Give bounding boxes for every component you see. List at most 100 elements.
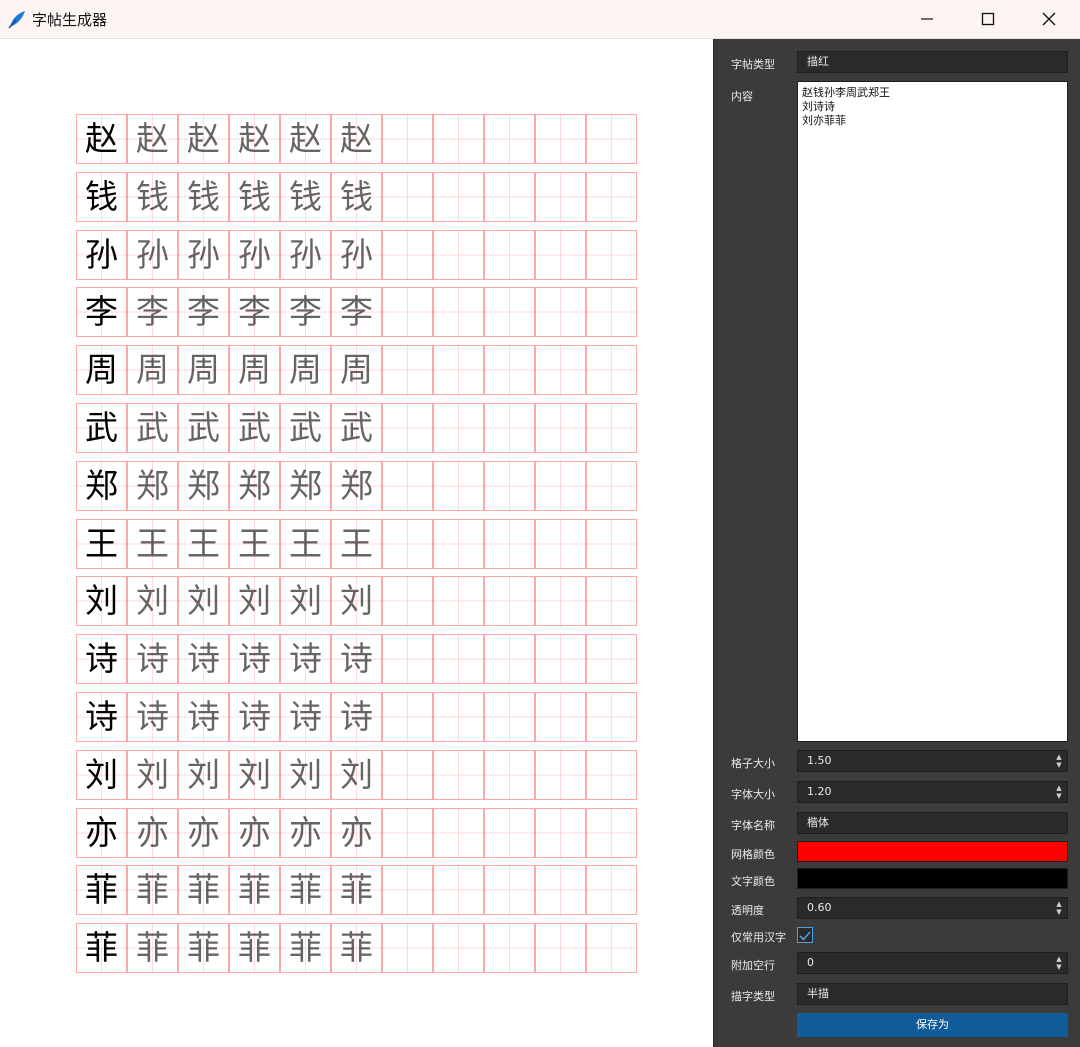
grid-cell <box>586 287 637 338</box>
trace-character: 亦 <box>187 812 220 852</box>
grid-cell <box>586 692 637 742</box>
tian-grid-lines <box>586 634 637 685</box>
grid-cell <box>586 518 637 569</box>
grid-cell: 刘 <box>331 576 382 627</box>
trace-character: 亦 <box>136 812 169 852</box>
grid-cell <box>586 923 637 974</box>
tian-grid-lines <box>535 923 586 974</box>
grid-cell <box>586 634 637 685</box>
copybook-row: 孙孙孙孙孙孙 <box>76 229 637 280</box>
trace-type-field[interactable]: 半描 <box>797 983 1068 1005</box>
copybook-row: 王王王王王王 <box>76 518 637 569</box>
grid-cell <box>586 171 637 222</box>
cell-size-spinbox[interactable]: 1.50 ▲ ▼ <box>797 750 1068 772</box>
settings-panel: 字帖类型 描红 内容 赵钱孙李周武郑王 刘诗诗 刘亦菲菲 格子大小 1.50 ▲… <box>713 39 1080 1047</box>
extra-rows-spinbox[interactable]: 0 ▲ ▼ <box>797 952 1068 974</box>
grid-cell: 武 <box>331 403 382 453</box>
minimize-button[interactable] <box>896 0 958 38</box>
tian-grid-lines <box>586 692 637 742</box>
common-chars-label: 仅常用汉字 <box>731 931 786 944</box>
trace-character: 刘 <box>187 754 220 794</box>
grid-cell <box>535 865 586 916</box>
grid-cell <box>382 345 433 396</box>
spin-up-icon[interactable]: ▲ <box>1053 753 1065 761</box>
trace-character: 菲 <box>340 870 373 910</box>
spin-up-icon[interactable]: ▲ <box>1053 900 1065 908</box>
save-as-button[interactable]: 保存为 <box>797 1013 1068 1037</box>
grid-cell <box>382 460 433 511</box>
copybook-type-label: 字帖类型 <box>731 58 775 71</box>
spin-up-icon[interactable]: ▲ <box>1053 784 1065 792</box>
trace-character: 诗 <box>238 697 271 736</box>
grid-cell <box>484 403 535 453</box>
content-textarea[interactable]: 赵钱孙李周武郑王 刘诗诗 刘亦菲菲 <box>797 81 1068 742</box>
spinner-arrows[interactable]: ▲ ▼ <box>1053 900 1065 916</box>
common-chars-checkbox[interactable] <box>797 927 813 943</box>
grid-cell: 菲 <box>76 923 127 974</box>
spin-down-icon[interactable]: ▼ <box>1053 963 1065 971</box>
tian-grid-lines <box>535 634 586 685</box>
trace-character: 武 <box>289 408 322 447</box>
grid-cell: 武 <box>76 403 127 453</box>
grid-cell <box>484 749 535 800</box>
tian-grid-lines <box>433 171 484 222</box>
grid-cell: 武 <box>178 403 229 453</box>
tian-grid-lines <box>382 576 433 627</box>
grid-cell: 郑 <box>127 460 178 511</box>
grid-cell <box>535 692 586 742</box>
spin-down-icon[interactable]: ▼ <box>1053 761 1065 769</box>
spinner-arrows[interactable]: ▲ ▼ <box>1053 753 1065 769</box>
spin-up-icon[interactable]: ▲ <box>1053 955 1065 963</box>
tian-grid-lines <box>382 229 433 280</box>
close-button[interactable] <box>1018 0 1080 38</box>
grid-cell <box>484 345 535 396</box>
tian-grid-lines <box>433 403 484 453</box>
grid-cell <box>484 114 535 164</box>
tian-grid-lines <box>586 865 637 916</box>
grid-cell <box>382 287 433 338</box>
grid-cell: 亦 <box>127 807 178 858</box>
grid-cell <box>433 807 484 858</box>
model-character: 赵 <box>85 119 118 158</box>
grid-cell <box>433 692 484 742</box>
grid-cell <box>382 923 433 974</box>
trace-character: 诗 <box>136 697 169 736</box>
extra-rows-label: 附加空行 <box>731 959 775 972</box>
spin-down-icon[interactable]: ▼ <box>1053 792 1065 800</box>
trace-character: 菲 <box>187 870 220 910</box>
copybook-row: 郑郑郑郑郑郑 <box>76 460 637 511</box>
tian-grid-lines <box>382 460 433 511</box>
trace-character: 武 <box>187 408 220 447</box>
copybook-row: 钱钱钱钱钱钱 <box>76 171 637 222</box>
tian-grid-lines <box>433 923 484 974</box>
copybook-row: 诗诗诗诗诗诗 <box>76 692 637 742</box>
text-color-swatch[interactable] <box>797 868 1068 889</box>
copybook-type-field[interactable]: 描红 <box>797 51 1068 73</box>
opacity-label: 透明度 <box>731 904 764 917</box>
maximize-button[interactable] <box>957 0 1019 38</box>
tian-grid-lines <box>382 692 433 742</box>
model-character: 王 <box>85 523 118 563</box>
grid-cell <box>382 518 433 569</box>
grid-cell <box>484 518 535 569</box>
trace-character: 刘 <box>238 754 271 794</box>
close-icon <box>1042 12 1056 26</box>
opacity-spinbox[interactable]: 0.60 ▲ ▼ <box>797 897 1068 919</box>
tian-grid-lines <box>433 345 484 396</box>
font-name-field[interactable]: 楷体 <box>797 812 1068 834</box>
grid-cell: 赵 <box>280 114 331 164</box>
grid-cell <box>433 114 484 164</box>
trace-character: 刘 <box>136 754 169 794</box>
spinner-arrows[interactable]: ▲ ▼ <box>1053 955 1065 971</box>
trace-character: 诗 <box>136 639 169 679</box>
grid-cell: 武 <box>229 403 280 453</box>
tian-grid-lines <box>586 403 637 453</box>
grid-color-swatch[interactable] <box>797 841 1068 862</box>
spinner-arrows[interactable]: ▲ ▼ <box>1053 784 1065 800</box>
font-size-spinbox[interactable]: 1.20 ▲ ▼ <box>797 781 1068 803</box>
grid-cell: 赵 <box>76 114 127 164</box>
spin-down-icon[interactable]: ▼ <box>1053 908 1065 916</box>
grid-cell: 钱 <box>229 171 280 222</box>
grid-cell: 李 <box>127 287 178 338</box>
tian-grid-lines <box>535 229 586 280</box>
